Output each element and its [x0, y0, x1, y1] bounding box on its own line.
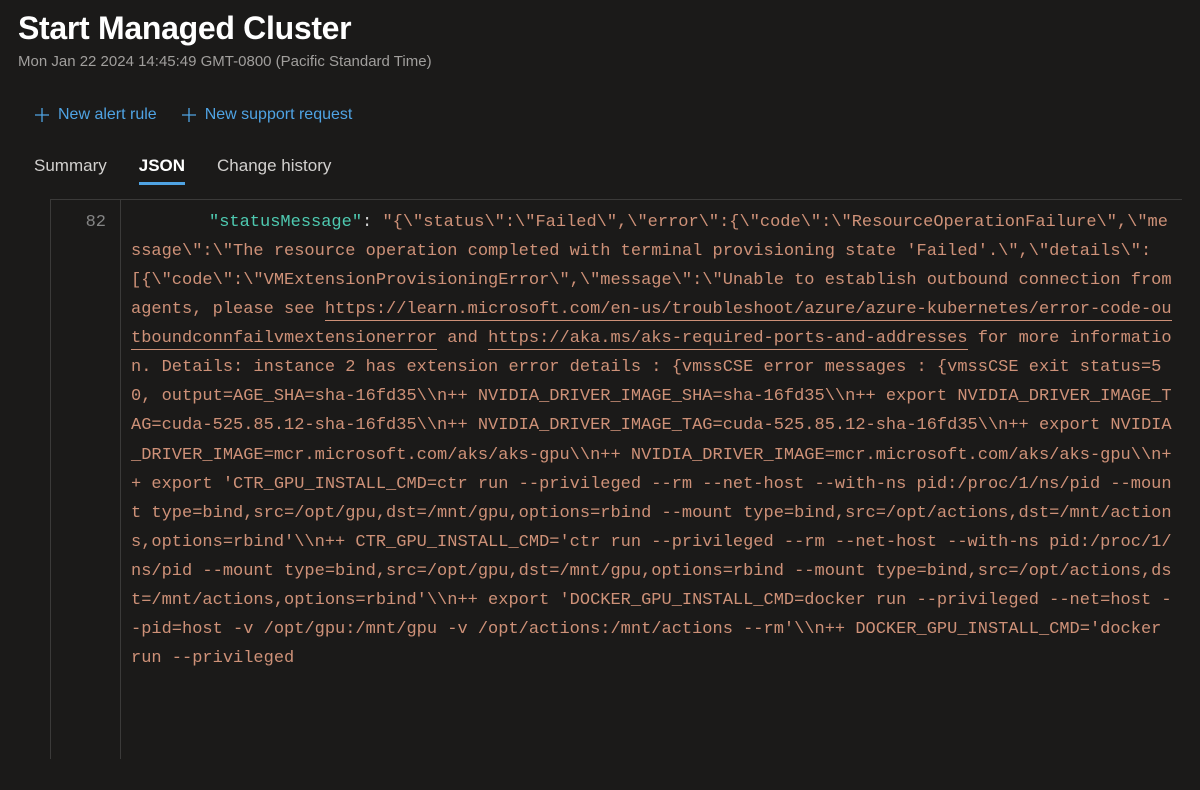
aks-required-ports-link[interactable]: https://aka.ms/aks-required-ports-and-ad… — [488, 329, 967, 350]
tab-summary[interactable]: Summary — [34, 156, 107, 184]
json-code-panel: 82 "statusMessage": "{\"status\":\"Faile… — [50, 199, 1182, 759]
page-subtitle-timestamp: Mon Jan 22 2024 14:45:49 GMT-0800 (Pacif… — [18, 53, 1182, 70]
tabs: Summary JSON Change history — [34, 156, 1182, 185]
json-key: "statusMessage" — [209, 213, 362, 232]
tab-json[interactable]: JSON — [139, 156, 185, 184]
json-value-part2: for more information. Details: instance … — [131, 329, 1172, 668]
new-support-request-label: New support request — [205, 106, 353, 124]
tab-change-history[interactable]: Change history — [217, 156, 331, 184]
new-alert-rule-label: New alert rule — [58, 106, 157, 124]
json-value-mid1: and — [437, 329, 488, 348]
page-title: Start Managed Cluster — [18, 10, 1182, 47]
line-number-gutter: 82 — [51, 200, 121, 759]
plus-icon — [34, 107, 50, 123]
command-bar: New alert rule New support request — [34, 106, 1182, 124]
json-colon: : — [362, 213, 382, 232]
plus-icon — [181, 107, 197, 123]
new-support-request-button[interactable]: New support request — [181, 106, 353, 124]
json-line-content: "statusMessage": "{\"status\":\"Failed\"… — [121, 200, 1182, 673]
new-alert-rule-button[interactable]: New alert rule — [34, 106, 157, 124]
